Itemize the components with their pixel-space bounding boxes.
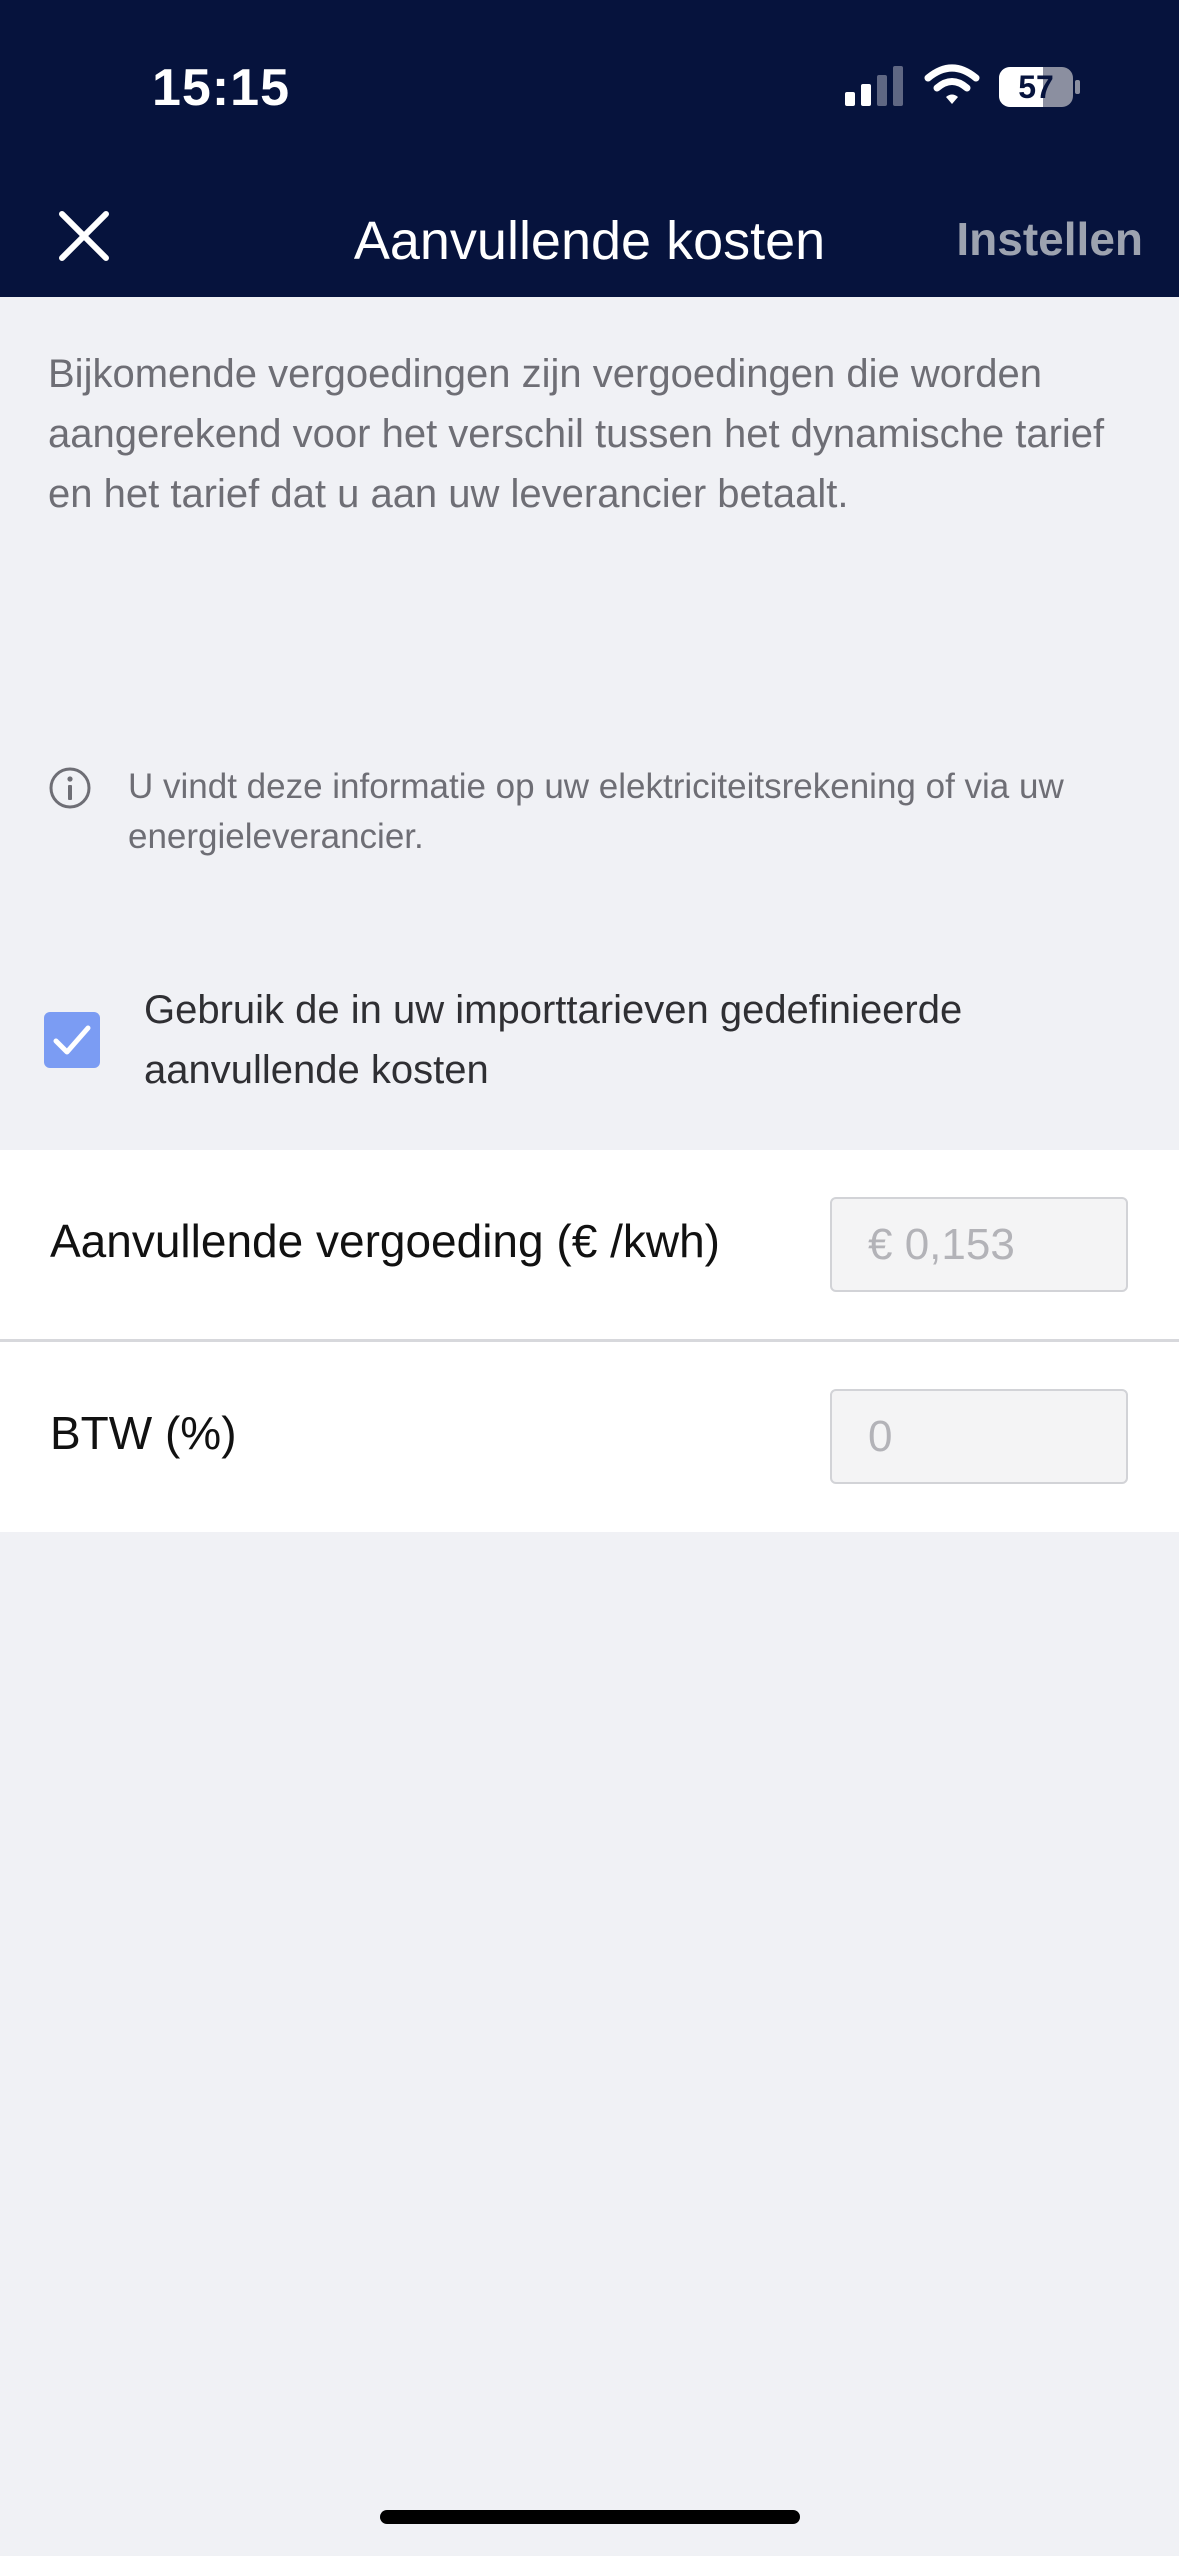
use-import-costs-option[interactable]: Gebruik de in uw importtarieven gedefini…	[44, 980, 1154, 1100]
battery-indicator: 57	[998, 66, 1082, 108]
home-indicator[interactable]	[380, 2510, 800, 2524]
checkmark-icon	[53, 1025, 91, 1055]
vat-input[interactable]: 0	[830, 1389, 1128, 1484]
cellular-signal-icon	[845, 66, 903, 106]
fee-row: Aanvullende vergoeding (€ /kwh) € 0,153	[0, 1150, 1179, 1342]
use-import-costs-checkbox[interactable]	[44, 1012, 100, 1068]
fee-input[interactable]: € 0,153	[830, 1197, 1128, 1292]
vat-row: BTW (%) 0	[0, 1342, 1179, 1532]
info-icon	[49, 767, 91, 809]
header: 15:15 57 Aanvullende kosten Instellen	[0, 0, 1179, 297]
status-time: 15:15	[152, 59, 290, 117]
vat-label: BTW (%)	[50, 1407, 237, 1459]
set-button[interactable]: Instellen	[956, 212, 1143, 266]
checkbox-label: Gebruik de in uw importtarieven gedefini…	[144, 988, 963, 1092]
battery-percentage: 57	[1018, 69, 1054, 105]
wifi-icon	[924, 64, 980, 104]
cost-form: Aanvullende vergoeding (€ /kwh) € 0,153 …	[0, 1150, 1179, 1532]
description-text: Bijkomende vergoedingen zijn vergoedinge…	[48, 352, 1105, 516]
fee-label: Aanvullende vergoeding (€ /kwh)	[50, 1215, 720, 1267]
info-text: U vindt deze informatie op uw elektricit…	[128, 767, 1064, 856]
